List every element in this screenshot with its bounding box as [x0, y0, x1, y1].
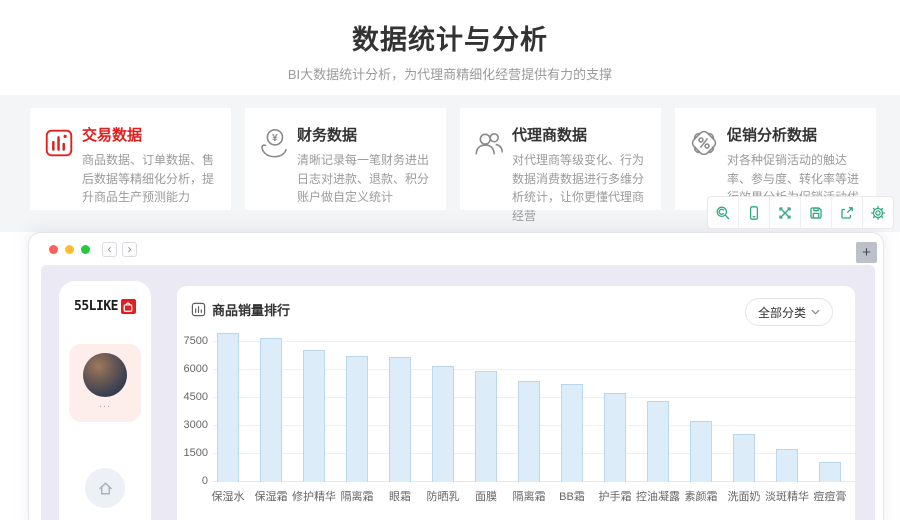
feature-card-title: 促销分析数据: [727, 127, 818, 144]
settings-icon: [870, 205, 886, 221]
feature-card-title: 财务数据: [297, 127, 358, 144]
home-icon: [97, 480, 114, 497]
feature-card-finance[interactable]: ¥ 财务数据 清晰记录每一笔财务进出日志对进款、退款、积分账户做自定义统计: [245, 108, 446, 210]
chart-header: 商品销量排行: [191, 300, 290, 319]
save-icon: [808, 205, 824, 221]
browser-window: ‹ › 55LIKE ... 商品销量排行 全部分类 0 1500 3000 4…: [28, 232, 884, 520]
percent-badge-icon: [687, 126, 721, 160]
filter-label: 全部分类: [757, 305, 806, 320]
users-icon: [472, 126, 506, 160]
bar-保湿霜: [260, 338, 282, 482]
feature-card-transactions[interactable]: 交易数据 商品数据、订单数据、售后数据等精细化分析，提升商品生产预测能力: [30, 108, 231, 210]
feature-card-promotions[interactable]: 促销分析数据 对各种促销活动的触达率、参与度、转化率等进行效果分析为促销活动优化…: [675, 108, 876, 223]
y-axis-tick-label: 1500: [183, 447, 208, 460]
zoom-icon: [715, 205, 731, 221]
logo-bag-icon: [120, 299, 136, 314]
traffic-light-yellow[interactable]: [65, 244, 74, 254]
y-axis-tick-label: 4500: [183, 391, 208, 404]
fullscreen-button[interactable]: [769, 197, 800, 228]
bar-素颜霜: [690, 421, 712, 482]
mobile-button[interactable]: [738, 197, 769, 228]
mobile-icon: [746, 205, 762, 221]
avatar-more: ...: [98, 398, 112, 410]
page: 数据统计与分析 BI大数据统计分析，为代理商精细化经营提供有力的支撑 交易数据 …: [0, 0, 900, 520]
bar-洗面奶: [733, 433, 755, 482]
bar-修护精华: [303, 349, 325, 482]
x-axis-label: 痘痘膏: [813, 491, 847, 503]
traffic-light-green[interactable]: [81, 244, 90, 254]
browser-content: 55LIKE ... 商品销量排行 全部分类 0 1500 3000 4500 …: [41, 265, 875, 520]
chart-plot: 0 1500 3000 4500 6000 7500 保湿水 保湿霜 修护精华 隔离霜 眼霜 防晒乳面…: [177, 331, 855, 503]
zoom-button[interactable]: [708, 197, 738, 228]
feature-card-agents[interactable]: 代理商数据 对代理商等级变化、行为数据消费数据进行多维分析统计，让你更懂代理商经…: [460, 108, 661, 223]
nav-back-button[interactable]: ‹: [102, 241, 117, 257]
bar-痘痘膏: [819, 461, 841, 482]
y-axis-tick-label: 0: [201, 475, 208, 487]
hand-coin-icon: ¥: [257, 126, 291, 160]
user-panel[interactable]: ...: [69, 344, 141, 422]
export-button[interactable]: [831, 197, 862, 228]
gridline: [213, 341, 855, 343]
feature-card-desc: 对代理商等级变化、行为数据消费数据进行多维分析统计，让你更懂代理商经营: [512, 153, 645, 223]
bar-隔离霜: [346, 356, 368, 482]
settings-button[interactable]: [862, 197, 893, 228]
bar-淡斑精华: [776, 449, 798, 482]
y-axis-tick-label: 6000: [183, 363, 208, 376]
logo-text: 55LIKE: [74, 299, 118, 314]
bar-隔离霜: [518, 381, 540, 482]
bar-BB霜: [561, 384, 583, 482]
bar-护手霜: [604, 392, 626, 482]
feature-cards-row: 交易数据 商品数据、订单数据、售后数据等精细化分析，提升商品生产预测能力 ¥ 财…: [30, 108, 876, 223]
chart-card: 商品销量排行 全部分类 0 1500 3000 4500 6000 7500 保湿水 保湿霜修…: [177, 286, 855, 520]
svg-text:¥: ¥: [272, 133, 278, 144]
feature-card-desc: 商品数据、订单数据、售后数据等精细化分析，提升商品生产预测能力: [82, 153, 215, 205]
chart-title: 商品销量排行: [212, 303, 291, 318]
bar-防晒乳: [432, 365, 454, 482]
avatar: [83, 353, 127, 397]
y-axis-tick-label: 3000: [183, 419, 208, 432]
chevron-down-icon: [811, 309, 820, 315]
bar-眼霜: [389, 357, 411, 482]
save-button[interactable]: [800, 197, 831, 228]
bar-chart-icon: [42, 126, 76, 160]
sidebar: 55LIKE ...: [59, 281, 151, 520]
home-button[interactable]: [85, 468, 125, 508]
traffic-light-red[interactable]: [49, 244, 58, 254]
logo: 55LIKE: [74, 299, 136, 314]
page-subtitle: BI大数据统计分析，为代理商精细化经营提供有力的支撑: [287, 67, 613, 82]
export-icon: [839, 205, 855, 221]
y-axis-tick-label: 7500: [183, 335, 208, 348]
feature-card-desc: 清晰记录每一笔财务进出日志对进款、退款、积分账户做自定义统计: [297, 153, 430, 205]
preview-toolbar: [707, 196, 894, 229]
bar-面膜: [475, 371, 497, 482]
nav-forward-button[interactable]: ›: [122, 241, 137, 257]
feature-card-title: 代理商数据: [512, 127, 588, 144]
feature-card-title: 交易数据: [82, 127, 143, 144]
bar-控油凝露: [647, 400, 669, 482]
page-title: 数据统计与分析: [352, 25, 548, 55]
browser-topbar: ‹ ›: [29, 233, 883, 265]
category-filter-dropdown[interactable]: 全部分类: [744, 298, 833, 326]
fullscreen-icon: [777, 205, 793, 221]
chart-icon: [191, 302, 206, 317]
zoom-plus-button[interactable]: +: [856, 242, 877, 263]
bar-保湿水: [217, 332, 239, 482]
